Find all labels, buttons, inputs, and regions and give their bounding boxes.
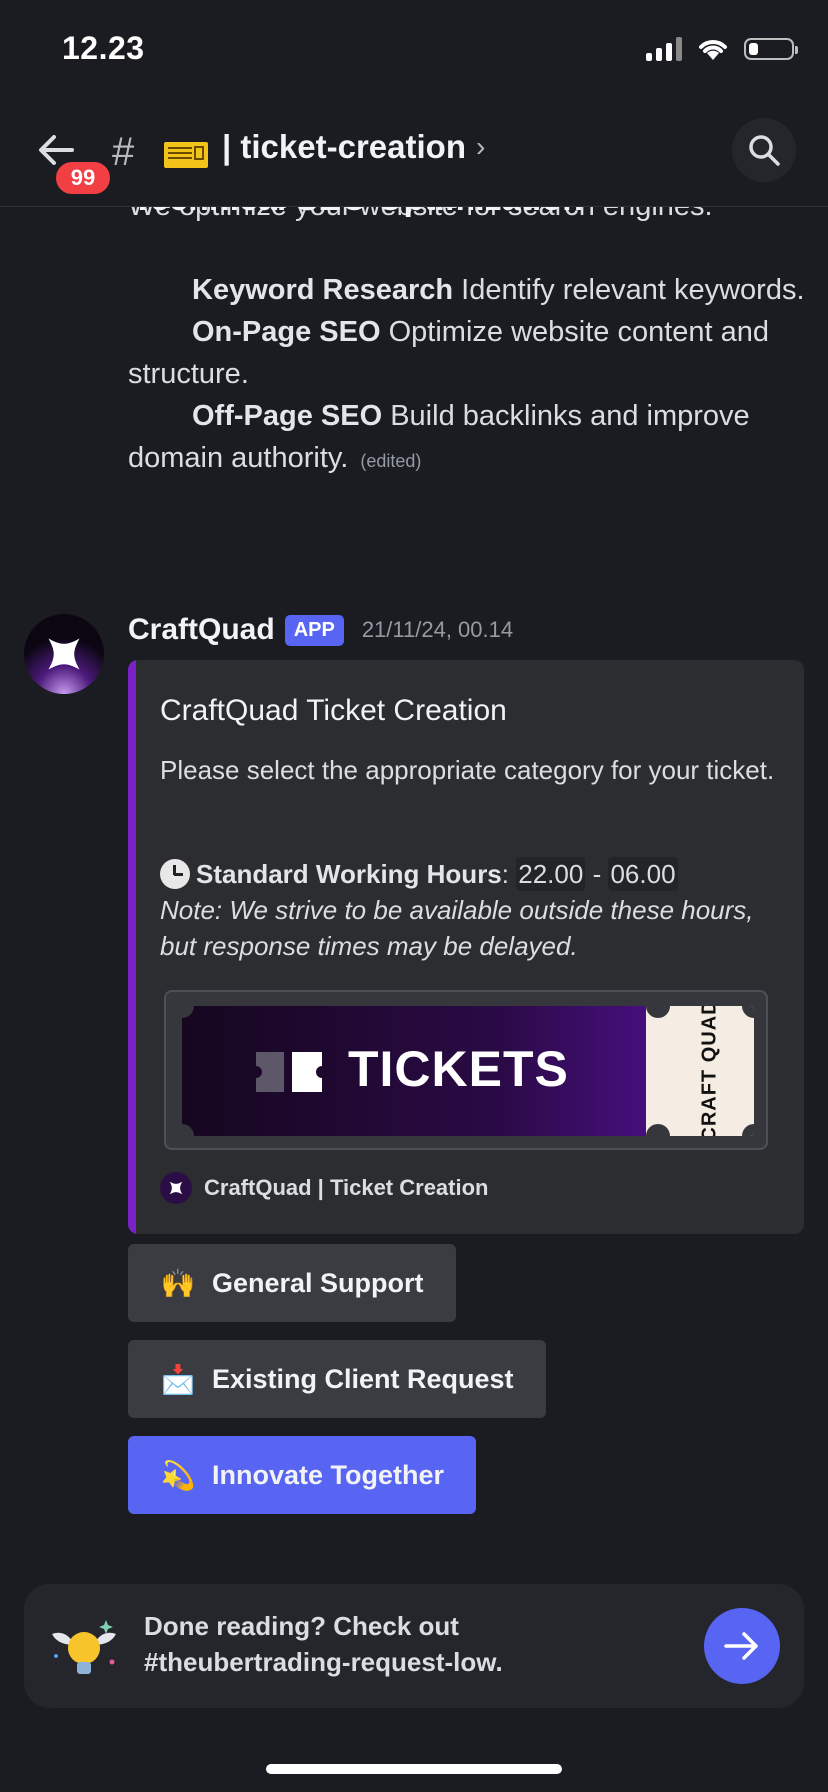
next-channel-line2: #theubertrading-request-low.	[144, 1647, 503, 1677]
item-title: Keyword Research	[192, 274, 454, 306]
dizzy-star-icon: 💫	[160, 1459, 196, 1491]
banner-graphic: TICKETS CRAFT QUAD	[182, 1006, 754, 1136]
button-label: General Support	[212, 1267, 424, 1298]
embed-footer: CraftQuad | Ticket Creation	[160, 1172, 488, 1204]
arrow-right-icon	[724, 1632, 758, 1660]
status-icons	[646, 36, 798, 62]
channel-header: 99 # | ticket-creation ›	[0, 100, 828, 207]
status-time: 12.23	[62, 30, 145, 66]
general-support-button[interactable]: 🙌 General Support	[128, 1244, 456, 1322]
message-timestamp: 21/11/24, 00.14	[361, 617, 514, 642]
embed-description: Please select the appropriate category f…	[160, 752, 780, 788]
banner-stub-text: CRAFT QUAD	[698, 1006, 721, 1136]
footer-avatar	[160, 1172, 192, 1204]
avatar[interactable]	[24, 614, 104, 694]
next-channel-card[interactable]: Done reading? Check out #theubertrading-…	[24, 1584, 804, 1708]
cellular-signal-icon	[646, 37, 682, 61]
hours-dash: -	[592, 859, 602, 889]
embed-title: CraftQuad Ticket Creation	[160, 694, 507, 727]
search-icon	[749, 135, 780, 166]
status-bar: 12.23	[0, 0, 828, 100]
battery-icon	[744, 38, 798, 60]
banner-stub: CRAFT QUAD	[646, 1006, 754, 1136]
embed-footer-text: CraftQuad | Ticket Creation	[204, 1175, 489, 1200]
app-tag: APP	[284, 614, 344, 646]
embed-description-text: Please select the appropriate category f…	[160, 755, 775, 785]
ticket-emoji-icon	[164, 142, 208, 168]
channel-hash-icon: #	[112, 130, 135, 174]
home-indicator[interactable]	[266, 1764, 562, 1774]
embed-accent-bar	[128, 660, 136, 1234]
next-channel-text: Done reading? Check out #theubertrading-…	[144, 1608, 503, 1680]
envelope-icon: 📩	[160, 1363, 196, 1395]
channel-name-text: | ticket-creation	[222, 128, 466, 165]
author-name[interactable]: CraftQuad	[128, 613, 275, 647]
hours-note: Note: We strive to be available outside …	[160, 895, 754, 961]
button-label: Innovate Together	[212, 1459, 445, 1490]
ticket-embed: CraftQuad Ticket Creation Please select …	[128, 660, 804, 1234]
button-label: Existing Client Request	[212, 1363, 514, 1394]
item-title: On-Page SEO	[192, 316, 381, 348]
hours-label: Standard Working Hours	[196, 859, 502, 889]
banner-title: TICKETS	[348, 1041, 569, 1097]
lightbulb-icon	[52, 1620, 116, 1674]
item-text: Identify relevant keywords.	[453, 274, 805, 306]
tickets-banner-image[interactable]: TICKETS CRAFT QUAD	[164, 990, 768, 1150]
previous-message: We optimize your website for search engi…	[128, 185, 808, 482]
search-button[interactable]	[732, 118, 796, 182]
clock-icon	[160, 859, 190, 889]
raised-hands-icon: 🙌	[160, 1267, 196, 1299]
channel-title[interactable]: | ticket-creation ›	[222, 128, 485, 166]
next-channel-button[interactable]	[704, 1608, 780, 1684]
unread-badge: 99	[52, 158, 114, 198]
wifi-icon	[699, 40, 727, 60]
working-hours: Standard Working Hours: 22.00 - 06.00 No…	[160, 856, 780, 964]
existing-client-request-button[interactable]: 📩 Existing Client Request	[128, 1340, 546, 1418]
hours-start: 22.00	[516, 857, 586, 891]
next-channel-line1: Done reading? Check out	[144, 1611, 459, 1641]
hours-separator: :	[501, 859, 510, 889]
hours-end: 06.00	[608, 857, 678, 891]
message-header: CraftQuad APP 21/11/24, 00.14	[128, 610, 513, 650]
item-title: Off-Page SEO	[192, 400, 383, 432]
innovate-together-button[interactable]: 💫 Innovate Together	[128, 1436, 477, 1514]
ticket-icon	[256, 1052, 322, 1092]
chevron-right-icon: ›	[475, 131, 486, 162]
edited-label: (edited)	[360, 451, 422, 471]
